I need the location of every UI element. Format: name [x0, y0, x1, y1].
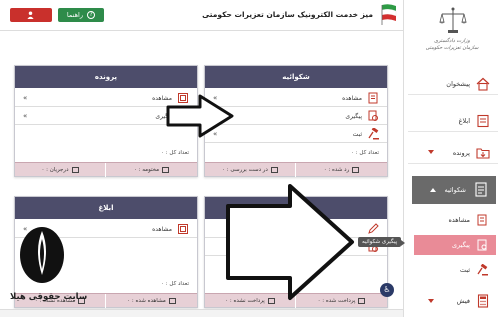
- document-icon: [368, 92, 378, 104]
- folder-icon: [358, 297, 366, 304]
- chevron-down-icon: [428, 150, 434, 154]
- card-complaint: شکوائیه « مشاهده « پیگیری « ثبت تعداد کل…: [204, 65, 388, 177]
- view-icon: [477, 214, 487, 226]
- row-label: پیگیری: [155, 113, 172, 120]
- chevron-down-icon: [428, 299, 434, 303]
- sidebar-subitem-label: ثبت: [459, 266, 470, 274]
- edit-icon: [368, 223, 379, 234]
- gavel-icon: [477, 264, 488, 276]
- track-icon: [178, 111, 188, 121]
- sidebar-subitem-label: مشاهده: [448, 216, 470, 224]
- sidebar-item-label: ابلاغ: [458, 117, 470, 125]
- card-row-track[interactable]: « پیگیری: [205, 108, 387, 125]
- folder-icon: [71, 166, 79, 173]
- card-row-view[interactable]: « مشاهده: [205, 90, 387, 107]
- footer-rejected[interactable]: رد شده : ۰: [296, 163, 387, 177]
- sidebar-item-notice[interactable]: ابلاغ: [408, 110, 498, 132]
- card-footer: پرداخت نشده : ۰ پرداخت شده : ۰: [205, 293, 387, 308]
- sidebar-item-dashboard[interactable]: پیشخوان: [408, 73, 498, 95]
- logo-line-1: وزارت دادگستری: [434, 38, 470, 44]
- row-label: پیگیری: [345, 113, 362, 120]
- sidebar-item-receipt[interactable]: فیش: [408, 290, 498, 312]
- sidebar: وزارت دادگستری سازمان تعزیرات حکومتی پیش…: [403, 0, 500, 317]
- total-count: تعداد کل : ۰: [161, 150, 189, 156]
- folder-icon: [270, 166, 278, 173]
- sidebar-subitem-label: پیگیری: [452, 241, 470, 249]
- top-bar: راهنما ? میز خدمت الکترونیک سازمان تعزیر…: [0, 0, 403, 31]
- double-chevron-icon: «: [23, 94, 28, 102]
- logo-line-2: سازمان تعزیرات حکومتی: [425, 45, 479, 51]
- row-label: ثبت: [352, 131, 362, 138]
- sidebar-item-label: شکوائیه: [444, 186, 466, 194]
- sidebar-item-label: پرونده: [452, 149, 470, 157]
- folder-icon: [267, 297, 275, 304]
- gavel-icon: [368, 128, 379, 140]
- row-label: مشاهده: [152, 95, 172, 102]
- card-title: [205, 197, 387, 219]
- accessibility-button[interactable]: ♿: [380, 283, 394, 297]
- help-label: راهنما: [66, 11, 83, 19]
- sidebar-subitem-register[interactable]: ثبت: [414, 260, 496, 280]
- double-chevron-icon: «: [213, 94, 218, 102]
- double-chevron-icon: «: [213, 112, 218, 120]
- card-receipt: پرداخت نشده : ۰ پرداخت شده : ۰: [204, 196, 388, 308]
- footer-seen[interactable]: مشاهده شده : ۰: [106, 294, 197, 308]
- tooltip: پیگیری شکوائیه: [358, 237, 406, 247]
- notice-icon: [477, 114, 489, 128]
- folder-icon: [162, 166, 170, 173]
- complaint-icon: [475, 182, 487, 197]
- sidebar-item-label: پیشخوان: [446, 80, 470, 88]
- help-button[interactable]: راهنما ?: [58, 8, 104, 22]
- card-row-view[interactable]: [205, 221, 387, 238]
- page-title: میز خدمت الکترونیک سازمان تعزیرات حکومتی: [202, 10, 373, 19]
- card-row-register[interactable]: « ثبت: [205, 126, 387, 143]
- footer-unpaid[interactable]: پرداخت نشده : ۰: [205, 294, 296, 308]
- sidebar-subitem-track[interactable]: پیگیری: [414, 235, 496, 255]
- notice-icon: [178, 224, 188, 234]
- footer-pending[interactable]: در دست بررسی : ۰: [205, 163, 296, 177]
- double-chevron-icon: «: [23, 112, 28, 120]
- card-title: ابلاغ: [15, 197, 197, 219]
- card-row-view[interactable]: « مشاهده: [15, 90, 197, 107]
- card-footer: در دست بررسی : ۰ رد شده : ۰: [205, 162, 387, 177]
- row-label: مشاهده: [342, 95, 362, 102]
- chevron-up-icon: [430, 188, 436, 192]
- total-count: تعداد کل : ۰: [351, 150, 379, 156]
- footer-paid[interactable]: پرداخت شده : ۰: [296, 294, 387, 308]
- iran-flag-icon: [381, 4, 397, 25]
- sidebar-item-case[interactable]: پرونده: [408, 142, 498, 164]
- footer-in-progress[interactable]: درجریان : ۰: [15, 163, 106, 177]
- track-icon: [368, 110, 378, 121]
- logo: وزارت دادگستری سازمان تعزیرات حکومتی: [404, 0, 500, 70]
- watermark-text: سایت حقوقی هیلا: [10, 292, 88, 302]
- card-title: شکوائیه: [205, 66, 387, 88]
- bottom-strip: [0, 309, 403, 317]
- double-chevron-icon: «: [213, 130, 218, 138]
- user-button[interactable]: [10, 8, 52, 22]
- user-icon: [27, 11, 34, 19]
- folder-icon: [352, 166, 360, 173]
- footer-closed[interactable]: مختومه : ۰: [106, 163, 197, 177]
- sidebar-item-label: فیش: [456, 297, 470, 305]
- total-count: تعداد کل : ۰: [161, 281, 189, 287]
- folder-icon: [168, 297, 176, 304]
- calculator-icon: [477, 294, 489, 308]
- card-case: پرونده « مشاهده « پیگیری تعداد کل : ۰ در…: [14, 65, 198, 177]
- row-label: مشاهده: [152, 226, 172, 233]
- sidebar-item-complaint[interactable]: شکوائیه: [412, 176, 496, 204]
- home-icon: [476, 77, 490, 91]
- sidebar-subitem-view[interactable]: مشاهده: [414, 210, 496, 230]
- question-icon: ?: [87, 11, 96, 19]
- folder-icon: [178, 93, 188, 103]
- scales-logo-icon: [439, 7, 467, 33]
- folder-icon: [476, 148, 490, 159]
- card-title: پرونده: [15, 66, 197, 88]
- track-icon: [477, 239, 487, 251]
- card-row-track[interactable]: « پیگیری: [15, 108, 197, 125]
- card-footer: درجریان : ۰ مختومه : ۰: [15, 162, 197, 177]
